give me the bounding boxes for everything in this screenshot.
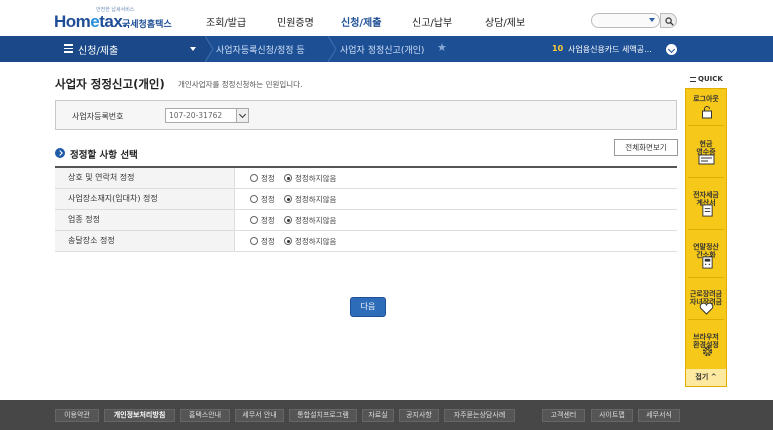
divider <box>688 277 724 278</box>
radio-label: 정정하지않음 <box>295 216 337 225</box>
radio-label: 정정하지않음 <box>295 195 337 204</box>
breadcrumb-separator-icon <box>328 36 337 62</box>
row-label: 사업장소재지(임대차) 정정 <box>55 189 235 209</box>
business-number-label: 사업자등록번호 <box>72 112 124 121</box>
radio-no-correct[interactable] <box>284 237 292 245</box>
lock-icon <box>702 106 712 119</box>
invoice-icon <box>702 204 713 217</box>
table-row: 상호 및 연락처 정정 정정 정정하지않음 <box>55 168 677 189</box>
quick-menu-title: QUICK <box>690 75 723 83</box>
notice-number: 10 <box>552 44 564 53</box>
quick-collapse-button[interactable]: 접기 ^ <box>686 369 726 386</box>
radio-label: 정정 <box>261 195 275 204</box>
radio-label: 정정하지않음 <box>295 237 337 246</box>
chevron-up-icon: ^ <box>710 373 717 381</box>
radio-correct[interactable] <box>250 174 258 182</box>
calculator-icon <box>702 256 713 269</box>
radio-correct[interactable] <box>250 237 258 245</box>
radio-label: 정정하지않음 <box>295 174 337 183</box>
radio-correct[interactable] <box>250 216 258 224</box>
footer-link-privacy[interactable]: 개인정보처리방침 <box>104 409 175 422</box>
footer-link-archive[interactable]: 자료실 <box>362 409 394 422</box>
fullscreen-view-button[interactable]: 전체화면보기 <box>614 139 678 156</box>
table-row: 송달장소 정정 정정 정정하지않음 <box>55 231 677 252</box>
list-icon <box>690 76 696 82</box>
divider <box>688 319 724 320</box>
quick-browser-settings[interactable]: 브라우저 환경설정 <box>686 325 726 357</box>
footer-link-customer-center[interactable]: 고객센터 <box>542 409 585 422</box>
radio-no-correct[interactable] <box>284 174 292 182</box>
footer-link-terms[interactable]: 이용약관 <box>55 409 99 422</box>
footer-link-installer[interactable]: 통합설치프로그램 <box>289 409 357 422</box>
business-number-box: 사업자등록번호 107-20-31762 <box>55 100 677 130</box>
row-label: 송달장소 정정 <box>55 231 235 251</box>
divider <box>688 177 724 178</box>
menu-icon <box>64 44 73 53</box>
radio-label: 정정 <box>261 174 275 183</box>
page-description: 개인사업자를 정정신청하는 민원입니다. <box>178 80 303 89</box>
menu-report-pay[interactable]: 신고/납부 <box>412 14 452 29</box>
table-row: 업종 정정 정정 정정하지않음 <box>55 210 677 231</box>
quick-menu: 로그아웃 현금 영수증 전자세금 계산서 연말정산 간소화 근로장려금 자녀장려… <box>685 88 727 387</box>
current-main-menu: 신청/제출 <box>78 46 119 57</box>
page-title: 사업자 정정신고(개인) <box>55 77 165 91</box>
hometax-logo[interactable]: 안전한 납세서비스 Hometax. 국세청홈택스 <box>54 6 174 32</box>
breadcrumb-item-business-registration[interactable]: 사업자등록신청/정정 등 <box>216 43 305 56</box>
business-number-select[interactable]: 107-20-31762 <box>165 108 249 123</box>
notice-expand-icon[interactable] <box>666 44 677 55</box>
section-bullet-icon <box>55 148 65 158</box>
quick-e-tax-invoice[interactable]: 전자세금 계산서 <box>686 183 726 217</box>
radio-correct[interactable] <box>250 195 258 203</box>
breadcrumb-item-current-page[interactable]: 사업자 정정신고(개인) <box>340 43 424 56</box>
chevron-down-icon[interactable] <box>236 109 248 122</box>
quick-item-label: 로그아웃 <box>693 95 719 103</box>
footer-link-tax-forms[interactable]: 세무서식 <box>638 409 680 422</box>
main-menu-selector[interactable]: 신청/제출 <box>0 36 205 62</box>
footer: 이용약관 개인정보처리방침 홈택스안내 세무서 안내 통합설치프로그램 자료실 … <box>0 400 773 430</box>
collapse-label: 접기 <box>695 373 709 381</box>
search-button[interactable] <box>660 13 677 28</box>
divider <box>688 125 724 126</box>
location-bar: 신청/제출 사업자등록신청/정정 등 사업자 정정신고(개인) ★ 10 사업용… <box>0 36 773 62</box>
logo-korean-name: 국세청홈택스 <box>122 20 172 30</box>
favorite-star-icon[interactable]: ★ <box>437 41 447 54</box>
radio-no-correct[interactable] <box>284 216 292 224</box>
footer-link-notice[interactable]: 공지사항 <box>399 409 439 422</box>
business-number-value: 107-20-31762 <box>169 111 223 120</box>
menu-apply-submit[interactable]: 신청/제출 <box>341 14 381 29</box>
next-button[interactable]: 다음 <box>350 297 386 317</box>
row-label: 상호 및 연락처 정정 <box>55 168 235 188</box>
footer-link-sitemap[interactable]: 사이트맵 <box>591 409 633 422</box>
footer-link-tax-office[interactable]: 세무서 안내 <box>235 409 284 422</box>
section-title: 정정할 사항 선택 <box>70 150 138 161</box>
search-icon <box>665 17 674 26</box>
receipt-icon <box>698 154 715 165</box>
correction-options-table: 상호 및 연락처 정정 정정 정정하지않음 사업장소재지(임대차) 정정 정정 … <box>55 166 677 252</box>
logo-brand: Hometax. <box>54 12 127 31</box>
gear-icon <box>702 346 713 357</box>
radio-label: 정정 <box>261 216 275 225</box>
menu-civil-certificate[interactable]: 민원증명 <box>277 14 314 29</box>
search-input[interactable] <box>591 13 660 28</box>
quick-cash-receipt[interactable]: 현금 영수증 <box>686 132 726 165</box>
top-header: 안전한 납세서비스 Hometax. 국세청홈택스 조회/발급 민원증명 신청/… <box>0 0 773 36</box>
quick-earned-income-credit[interactable]: 근로장려금 자녀장려금 <box>686 282 726 315</box>
menu-inquiry-issue[interactable]: 조회/발급 <box>206 14 246 29</box>
chevron-down-icon <box>190 47 196 51</box>
footer-link-faq[interactable]: 자주묻는상담사례 <box>444 409 515 422</box>
divider <box>688 229 724 230</box>
radio-no-correct[interactable] <box>284 195 292 203</box>
radio-label: 정정 <box>261 237 275 246</box>
search-dropdown-icon[interactable] <box>649 18 655 22</box>
menu-consult-report[interactable]: 상담/제보 <box>485 14 525 29</box>
notice-text[interactable]: 사업용신용카드 세액공... <box>568 44 652 55</box>
quick-logout[interactable]: 로그아웃 <box>686 95 726 119</box>
heart-icon <box>699 302 714 315</box>
footer-link-hometax-guide[interactable]: 홈택스안내 <box>180 409 230 422</box>
table-row: 사업장소재지(임대차) 정정 정정 정정하지않음 <box>55 189 677 210</box>
row-label: 업종 정정 <box>55 210 235 230</box>
quick-year-end-settlement[interactable]: 연말정산 간소화 <box>686 235 726 269</box>
